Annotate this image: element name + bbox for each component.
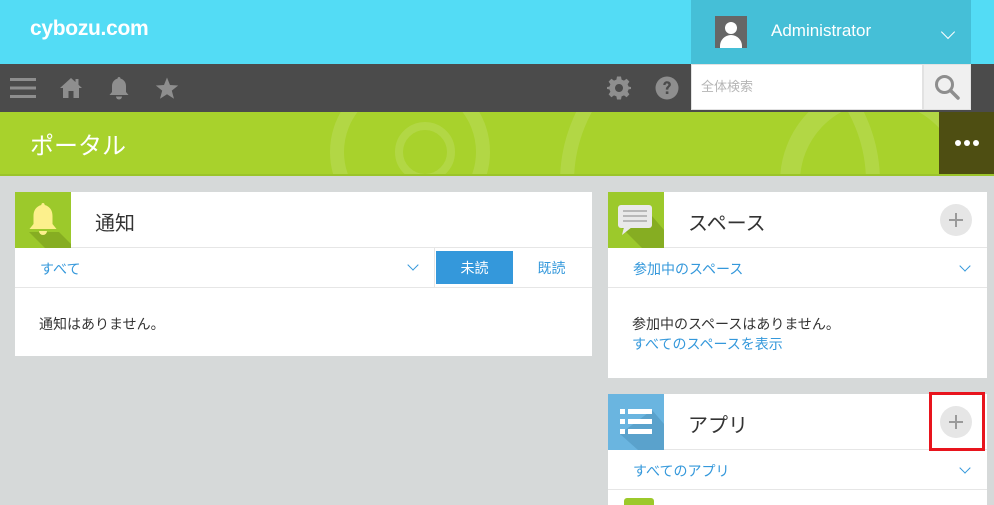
spaces-empty-message: 参加中のスペースはありません。 xyxy=(632,317,840,333)
cybozu-logo[interactable]: cybozu.com xyxy=(30,17,149,41)
notifications-header: 通知 xyxy=(15,192,592,248)
gear-icon[interactable] xyxy=(597,64,641,112)
speech-bubble-icon xyxy=(608,192,664,248)
user-name: Administrator xyxy=(771,21,872,40)
apps-title: アプリ xyxy=(688,413,748,437)
spaces-header: スペース xyxy=(608,192,987,248)
notifications-filter-dropdown[interactable]: すべて xyxy=(15,248,434,288)
notifications-title: 通知 xyxy=(95,211,135,235)
top-header: cybozu.com Administrator xyxy=(0,0,994,64)
page-title: ポータル xyxy=(30,132,126,160)
apps-panel: アプリ すべてのアプリ xyxy=(608,394,987,505)
help-icon[interactable] xyxy=(645,64,689,112)
user-menu-button[interactable]: Administrator xyxy=(691,0,971,64)
spaces-filter-dropdown[interactable]: 参加中のスペース xyxy=(608,248,987,288)
notifications-filter-label: すべて xyxy=(40,262,81,278)
add-app-button[interactable] xyxy=(940,406,972,438)
title-banner: ポータル xyxy=(0,112,994,174)
add-space-button[interactable] xyxy=(940,204,972,236)
apps-filter-dropdown[interactable]: すべてのアプリ xyxy=(608,450,987,490)
home-icon[interactable] xyxy=(49,64,93,112)
bell-icon xyxy=(15,192,71,248)
show-all-spaces-link[interactable]: すべてのスペースを表示 xyxy=(632,334,783,354)
notifications-empty-message: 通知はありません。 xyxy=(39,317,165,333)
spaces-panel: スペース 参加中のスペース 参加中のスペースはありません。 すべてのスペースを表… xyxy=(608,192,987,378)
chevron-down-icon xyxy=(959,462,971,474)
tab-read[interactable]: 既読 xyxy=(513,251,590,284)
chevron-down-icon xyxy=(407,259,419,271)
search-button[interactable] xyxy=(923,64,971,110)
app-list-icon xyxy=(608,394,664,450)
tab-unread[interactable]: 未読 xyxy=(436,251,513,284)
notifications-panel: 通知 すべて 未読 既読 通知はありません。 xyxy=(15,192,592,356)
star-icon[interactable] xyxy=(145,64,189,112)
search-icon xyxy=(935,75,960,100)
banner-divider xyxy=(0,174,994,176)
spaces-title: スペース xyxy=(688,211,766,235)
apps-header: アプリ xyxy=(608,394,987,450)
chevron-down-icon xyxy=(940,24,956,40)
app-item-icon[interactable] xyxy=(624,498,654,505)
spaces-filter-label: 参加中のスペース xyxy=(633,262,744,278)
user-avatar-icon xyxy=(715,16,747,48)
more-options-button[interactable] xyxy=(939,112,994,174)
search-field[interactable] xyxy=(691,64,923,110)
menu-icon[interactable] xyxy=(1,64,45,112)
bell-icon[interactable] xyxy=(97,64,141,112)
apps-filter-label: すべてのアプリ xyxy=(633,464,730,480)
chevron-down-icon xyxy=(959,260,971,272)
search-input[interactable] xyxy=(692,65,922,109)
